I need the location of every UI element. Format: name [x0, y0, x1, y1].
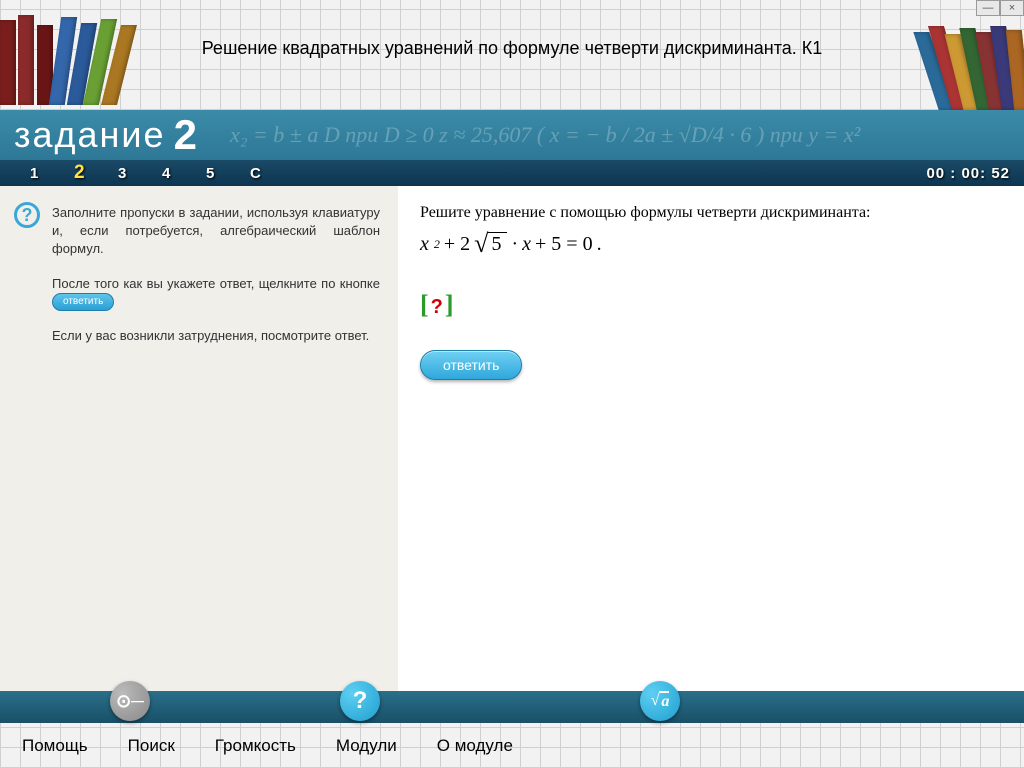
instruction-p2-text: После того как вы укажете ответ, щелкнит… [52, 276, 380, 291]
timer: 00 : 00: 52 [926, 165, 1010, 182]
nav-step-c[interactable]: С [250, 165, 294, 182]
task-number: 2 [174, 111, 197, 159]
eq-period: . [597, 233, 602, 256]
eq-dot: · [511, 233, 518, 256]
problem-text: Решите уравнение с помощью формулы четве… [420, 204, 1002, 222]
footer-menu: Помощь Поиск Громкость Модули О модуле [0, 723, 1024, 768]
close-button[interactable]: × [1000, 0, 1024, 16]
footer-search[interactable]: Поиск [128, 736, 175, 756]
footer-volume[interactable]: Громкость [215, 736, 296, 756]
page-title: Решение квадратных уравнений по формуле … [0, 38, 1024, 59]
question-mark-icon: ? [429, 296, 445, 318]
question-icon: ? [353, 687, 368, 715]
radical-icon: √ [651, 692, 660, 710]
eq-plus-5-eq-0: + 5 = 0 [535, 233, 593, 256]
right-bracket-icon: ] [445, 290, 454, 319]
eq-root-5: 5 [488, 232, 507, 256]
books-decoration-right [926, 15, 1024, 110]
nav-step-5[interactable]: 5 [206, 165, 250, 182]
main-area: ? Заполните пропуски в задании, использу… [0, 186, 1024, 691]
nav-step-4[interactable]: 4 [162, 165, 206, 182]
equation: x2 + 2 √5 · x + 5 = 0 . [420, 232, 1002, 256]
help-icon-button[interactable]: ? [340, 681, 380, 721]
instruction-paragraph-2: После того как вы укажете ответ, щелкнит… [52, 275, 380, 312]
sqrt-icon: √5 [474, 232, 507, 256]
task-banner: задание 2 x₂ = b ± a D при D ≥ 0 z ≈ 25,… [0, 110, 1024, 160]
problem-panel: Решите уравнение с помощью формулы четве… [398, 186, 1024, 691]
eq-x: x [420, 233, 429, 256]
banner-formula-decoration: x₂ = b ± a D при D ≥ 0 z ≈ 25,607 ( x = … [230, 110, 1024, 160]
window-controls: — × [976, 0, 1024, 16]
instruction-paragraph-3: Если у вас возникли затруднения, посмотр… [52, 327, 380, 345]
formula-icon-button[interactable]: √a [640, 681, 680, 721]
minimize-button[interactable]: — [976, 0, 1000, 16]
footer-about[interactable]: О модуле [437, 736, 513, 756]
header: — × Решение квадратных уравнений по форм… [0, 0, 1024, 110]
formula-var: a [659, 691, 669, 711]
key-icon: ⊙─ [116, 691, 144, 712]
footer-help[interactable]: Помощь [22, 736, 88, 756]
nav-step-1[interactable]: 1 [30, 165, 74, 182]
books-decoration-left [0, 15, 125, 110]
answer-button[interactable]: ответить [420, 350, 522, 380]
eq-x2: x [522, 233, 531, 256]
inline-answer-pill: ответить [52, 293, 114, 311]
left-bracket-icon: [ [420, 290, 429, 319]
help-icon[interactable]: ? [14, 202, 40, 228]
tool-strip: ⊙─ ? √a [0, 691, 1024, 723]
eq-plus-2: + 2 [444, 233, 470, 256]
instruction-paragraph-1: Заполните пропуски в задании, используя … [52, 204, 380, 259]
instructions-panel: ? Заполните пропуски в задании, использу… [0, 186, 398, 691]
task-label: задание [14, 114, 166, 156]
answer-placeholder[interactable]: [?] [420, 290, 454, 320]
nav-step-3[interactable]: 3 [118, 165, 162, 182]
eq-sq: 2 [434, 237, 440, 252]
task-nav-bar: 1 2 3 4 5 С 00 : 00: 52 [0, 160, 1024, 186]
footer-modules[interactable]: Модули [336, 736, 397, 756]
key-icon-button[interactable]: ⊙─ [110, 681, 150, 721]
nav-step-2[interactable]: 2 [74, 162, 118, 184]
